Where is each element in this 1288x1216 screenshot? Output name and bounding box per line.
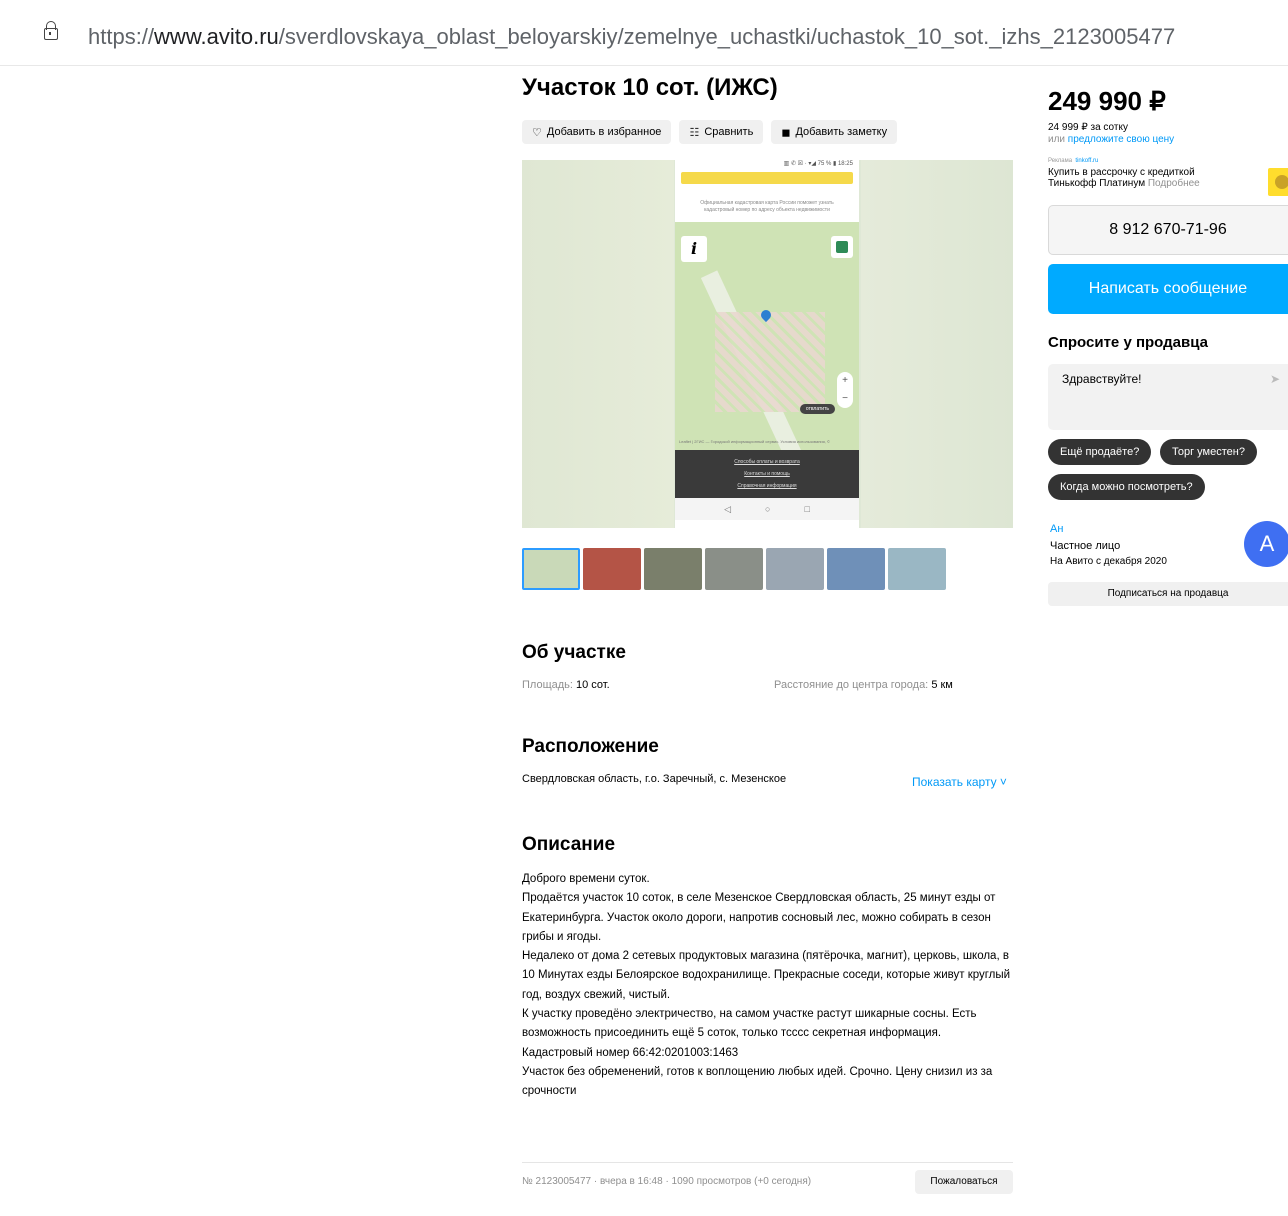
heart-icon: ♡ (532, 126, 542, 139)
phone-status-bar: ▥ ✆ ☒ · ▾◢ 75 % ▮ 18:25 (783, 161, 853, 167)
phone-info-text: Официальная кадастровая карта России пом… (700, 200, 834, 213)
report-button[interactable]: Пожаловаться (915, 1170, 1013, 1194)
add-to-favorites-button[interactable]: ♡ Добавить в избранное (522, 120, 672, 144)
thumbnail[interactable] (888, 548, 946, 590)
compare-button[interactable]: ☷ Сравнить (679, 120, 764, 144)
address: Свердловская область, г.о. Заречный, с. … (522, 773, 787, 785)
info-icon: i (681, 236, 707, 262)
write-message-button[interactable]: Написать сообщение (1048, 264, 1288, 314)
quick-question-chip[interactable]: Когда можно посмотреть? (1048, 474, 1205, 500)
ask-seller-title: Спросите у продавца (1048, 334, 1208, 351)
home-icon: ○ (765, 504, 771, 514)
location-heading: Расположение (522, 736, 659, 757)
thumbnail[interactable] (827, 548, 885, 590)
offer-price-link[interactable]: предложите свою цену (1068, 134, 1174, 145)
avatar[interactable]: A (1244, 521, 1288, 567)
send-icon[interactable]: ➤ (1270, 372, 1280, 386)
url-text[interactable]: https://www.avito.ru/sverdlovskaya_oblas… (88, 24, 1175, 50)
ad-block[interactable]: Реклама tinkoff.ru Купить в рассрочку с … (1048, 156, 1288, 196)
quick-question-chip[interactable]: Торг уместен? (1160, 439, 1257, 465)
phone-footer-links: Способы оплаты и возврата Контакты и пом… (675, 450, 859, 498)
map-credit: Leaflet | 2ГИС — Городской информационны… (679, 439, 830, 444)
note-icon: ◼ (781, 126, 791, 139)
seller-name-link[interactable]: Ан (1050, 523, 1063, 535)
phone-nav-bar: ◁ ○ □ (675, 498, 859, 520)
compare-icon: ☷ (689, 126, 700, 139)
show-phone-button[interactable]: 8 912 670-71-96 (1048, 205, 1288, 255)
main-photo[interactable]: ▥ ✆ ☒ · ▾◢ 75 % ▮ 18:25 Официальная када… (522, 160, 1013, 528)
divider (522, 1162, 1013, 1163)
distance-param: Расстояние до центра города: 5 км (774, 679, 953, 691)
description-text: Доброго времени суток. Продаётся участок… (522, 873, 1011, 1098)
listing-actions: ♡ Добавить в избранное ☷ Сравнить ◼ Доба… (522, 120, 898, 144)
screenshot-phone: ▥ ✆ ☒ · ▾◢ 75 % ▮ 18:25 Официальная када… (675, 160, 859, 528)
seller-since: На Авито с декабря 2020 (1050, 556, 1167, 567)
price-per-unit: 24 999 ₽ за сотку или предложите свою це… (1048, 122, 1175, 145)
ask-seller-input[interactable]: Здравствуйте! ➤ (1048, 364, 1288, 430)
cadastral-map: i + − отвлатить Leaflet | 2ГИС — Городско… (675, 222, 859, 450)
price: 249 990 ₽ (1048, 86, 1166, 116)
ad-more-link[interactable]: Подробнее (1145, 178, 1200, 189)
tinkoff-logo-icon (1268, 168, 1288, 196)
back-icon: ◁ (724, 503, 732, 514)
add-note-button[interactable]: ◼ Добавить заметку (771, 120, 898, 144)
seller-type: Частное лицо (1050, 540, 1121, 552)
listing-title: Участок 10 сот. (ИЖС) (522, 74, 778, 101)
show-map-link[interactable]: Показать карту ˅ (912, 775, 1007, 789)
recents-icon: □ (804, 504, 810, 514)
map-tag: отвлатить (799, 404, 835, 414)
thumbnail[interactable] (705, 548, 763, 590)
area-param: Площадь: 10 сот. (522, 679, 610, 691)
browser-address-bar[interactable]: https://www.avito.ru/sverdlovskaya_oblas… (0, 0, 1288, 66)
layers-icon (831, 236, 853, 258)
thumbnail[interactable] (766, 548, 824, 590)
quick-question-chip[interactable]: Ещё продаёте? (1048, 439, 1152, 465)
listing-meta: № 2123005477 · вчера в 16:48 · 1090 прос… (522, 1176, 812, 1187)
thumbnail[interactable] (644, 548, 702, 590)
thumbnail[interactable] (583, 548, 641, 590)
lock-icon[interactable] (44, 21, 58, 40)
description-heading: Описание (522, 834, 616, 855)
thumbnail[interactable] (522, 548, 580, 590)
zoom-control: + − (837, 372, 853, 408)
subscribe-seller-button[interactable]: Подписаться на продавца (1048, 582, 1288, 606)
about-heading: Об участке (522, 642, 626, 663)
photo-thumbnails (522, 548, 946, 590)
